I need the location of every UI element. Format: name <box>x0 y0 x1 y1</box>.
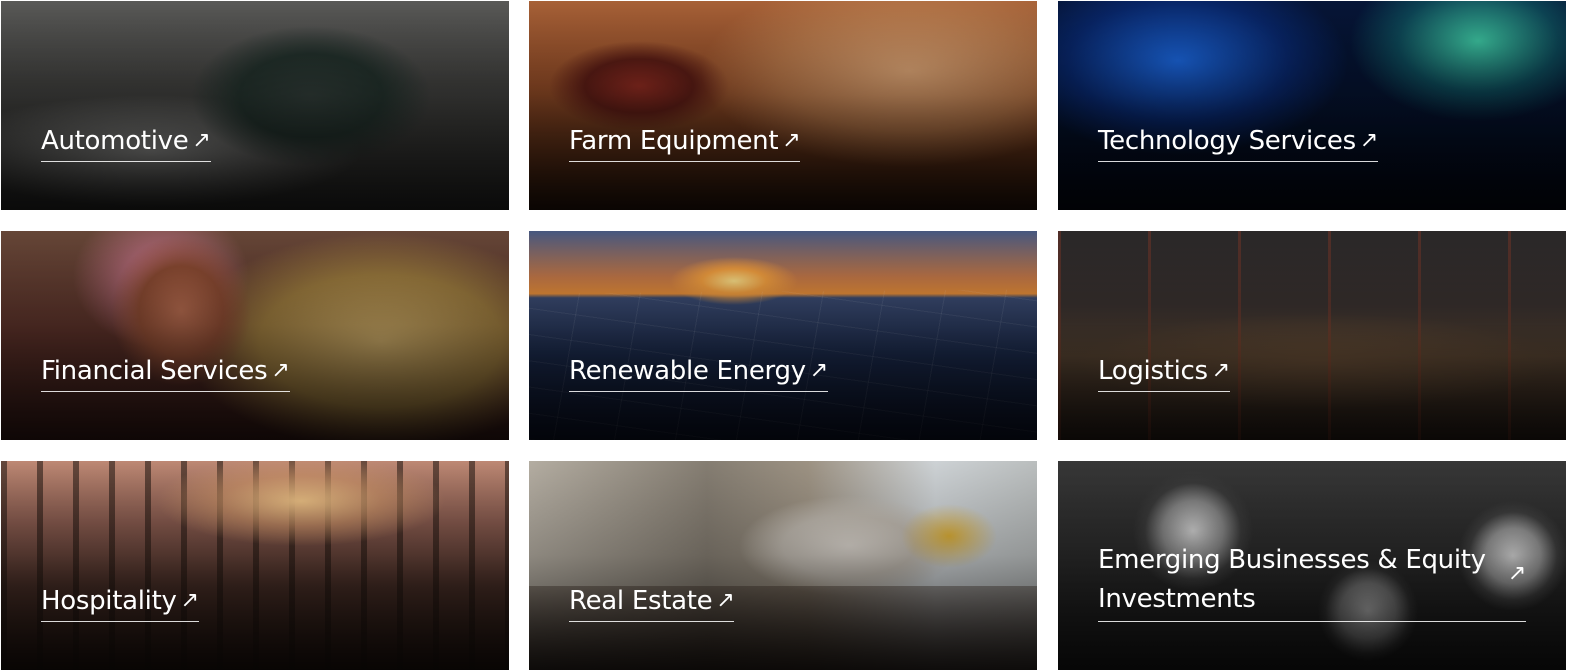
tile-hospitality[interactable]: Hospitality ↗ <box>1 461 509 670</box>
tile-real-estate[interactable]: Real Estate ↗ <box>529 461 1037 670</box>
tile-label: Emerging Businesses & Equity Investments… <box>1098 541 1526 622</box>
arrow-up-right-icon: ↗ <box>1211 358 1230 383</box>
arrow-up-right-icon: ↗ <box>809 358 828 383</box>
tile-automotive[interactable]: Automotive ↗ <box>1 1 509 210</box>
arrow-up-right-icon: ↗ <box>192 128 211 153</box>
tile-farm-equipment[interactable]: Farm Equipment ↗ <box>529 1 1037 210</box>
tile-label: Logistics ↗ <box>1098 353 1230 392</box>
arrow-up-right-icon: ↗ <box>1507 561 1526 586</box>
tile-label: Farm Equipment ↗ <box>569 123 801 162</box>
tile-label: Automotive ↗ <box>41 123 211 162</box>
tile-emerging-businesses[interactable]: Emerging Businesses & Equity Investments… <box>1058 461 1566 670</box>
tile-financial-services[interactable]: Financial Services ↗ <box>1 231 509 440</box>
tile-label: Hospitality ↗ <box>41 583 199 622</box>
tile-label: Technology Services ↗ <box>1098 123 1378 162</box>
tile-label: Real Estate ↗ <box>569 583 735 622</box>
tile-logistics[interactable]: Logistics ↗ <box>1058 231 1566 440</box>
business-sectors-grid: Automotive ↗ Farm Equipment ↗ Technology S… <box>0 0 1572 672</box>
arrow-up-right-icon: ↗ <box>716 588 735 613</box>
tile-label: Financial Services ↗ <box>41 353 290 392</box>
tile-technology-services[interactable]: Technology Services ↗ <box>1058 1 1566 210</box>
arrow-up-right-icon: ↗ <box>782 128 801 153</box>
tile-renewable-energy[interactable]: Renewable Energy ↗ <box>529 231 1037 440</box>
arrow-up-right-icon: ↗ <box>1359 128 1378 153</box>
tile-label: Renewable Energy ↗ <box>569 353 828 392</box>
arrow-up-right-icon: ↗ <box>180 588 199 613</box>
arrow-up-right-icon: ↗ <box>271 358 290 383</box>
